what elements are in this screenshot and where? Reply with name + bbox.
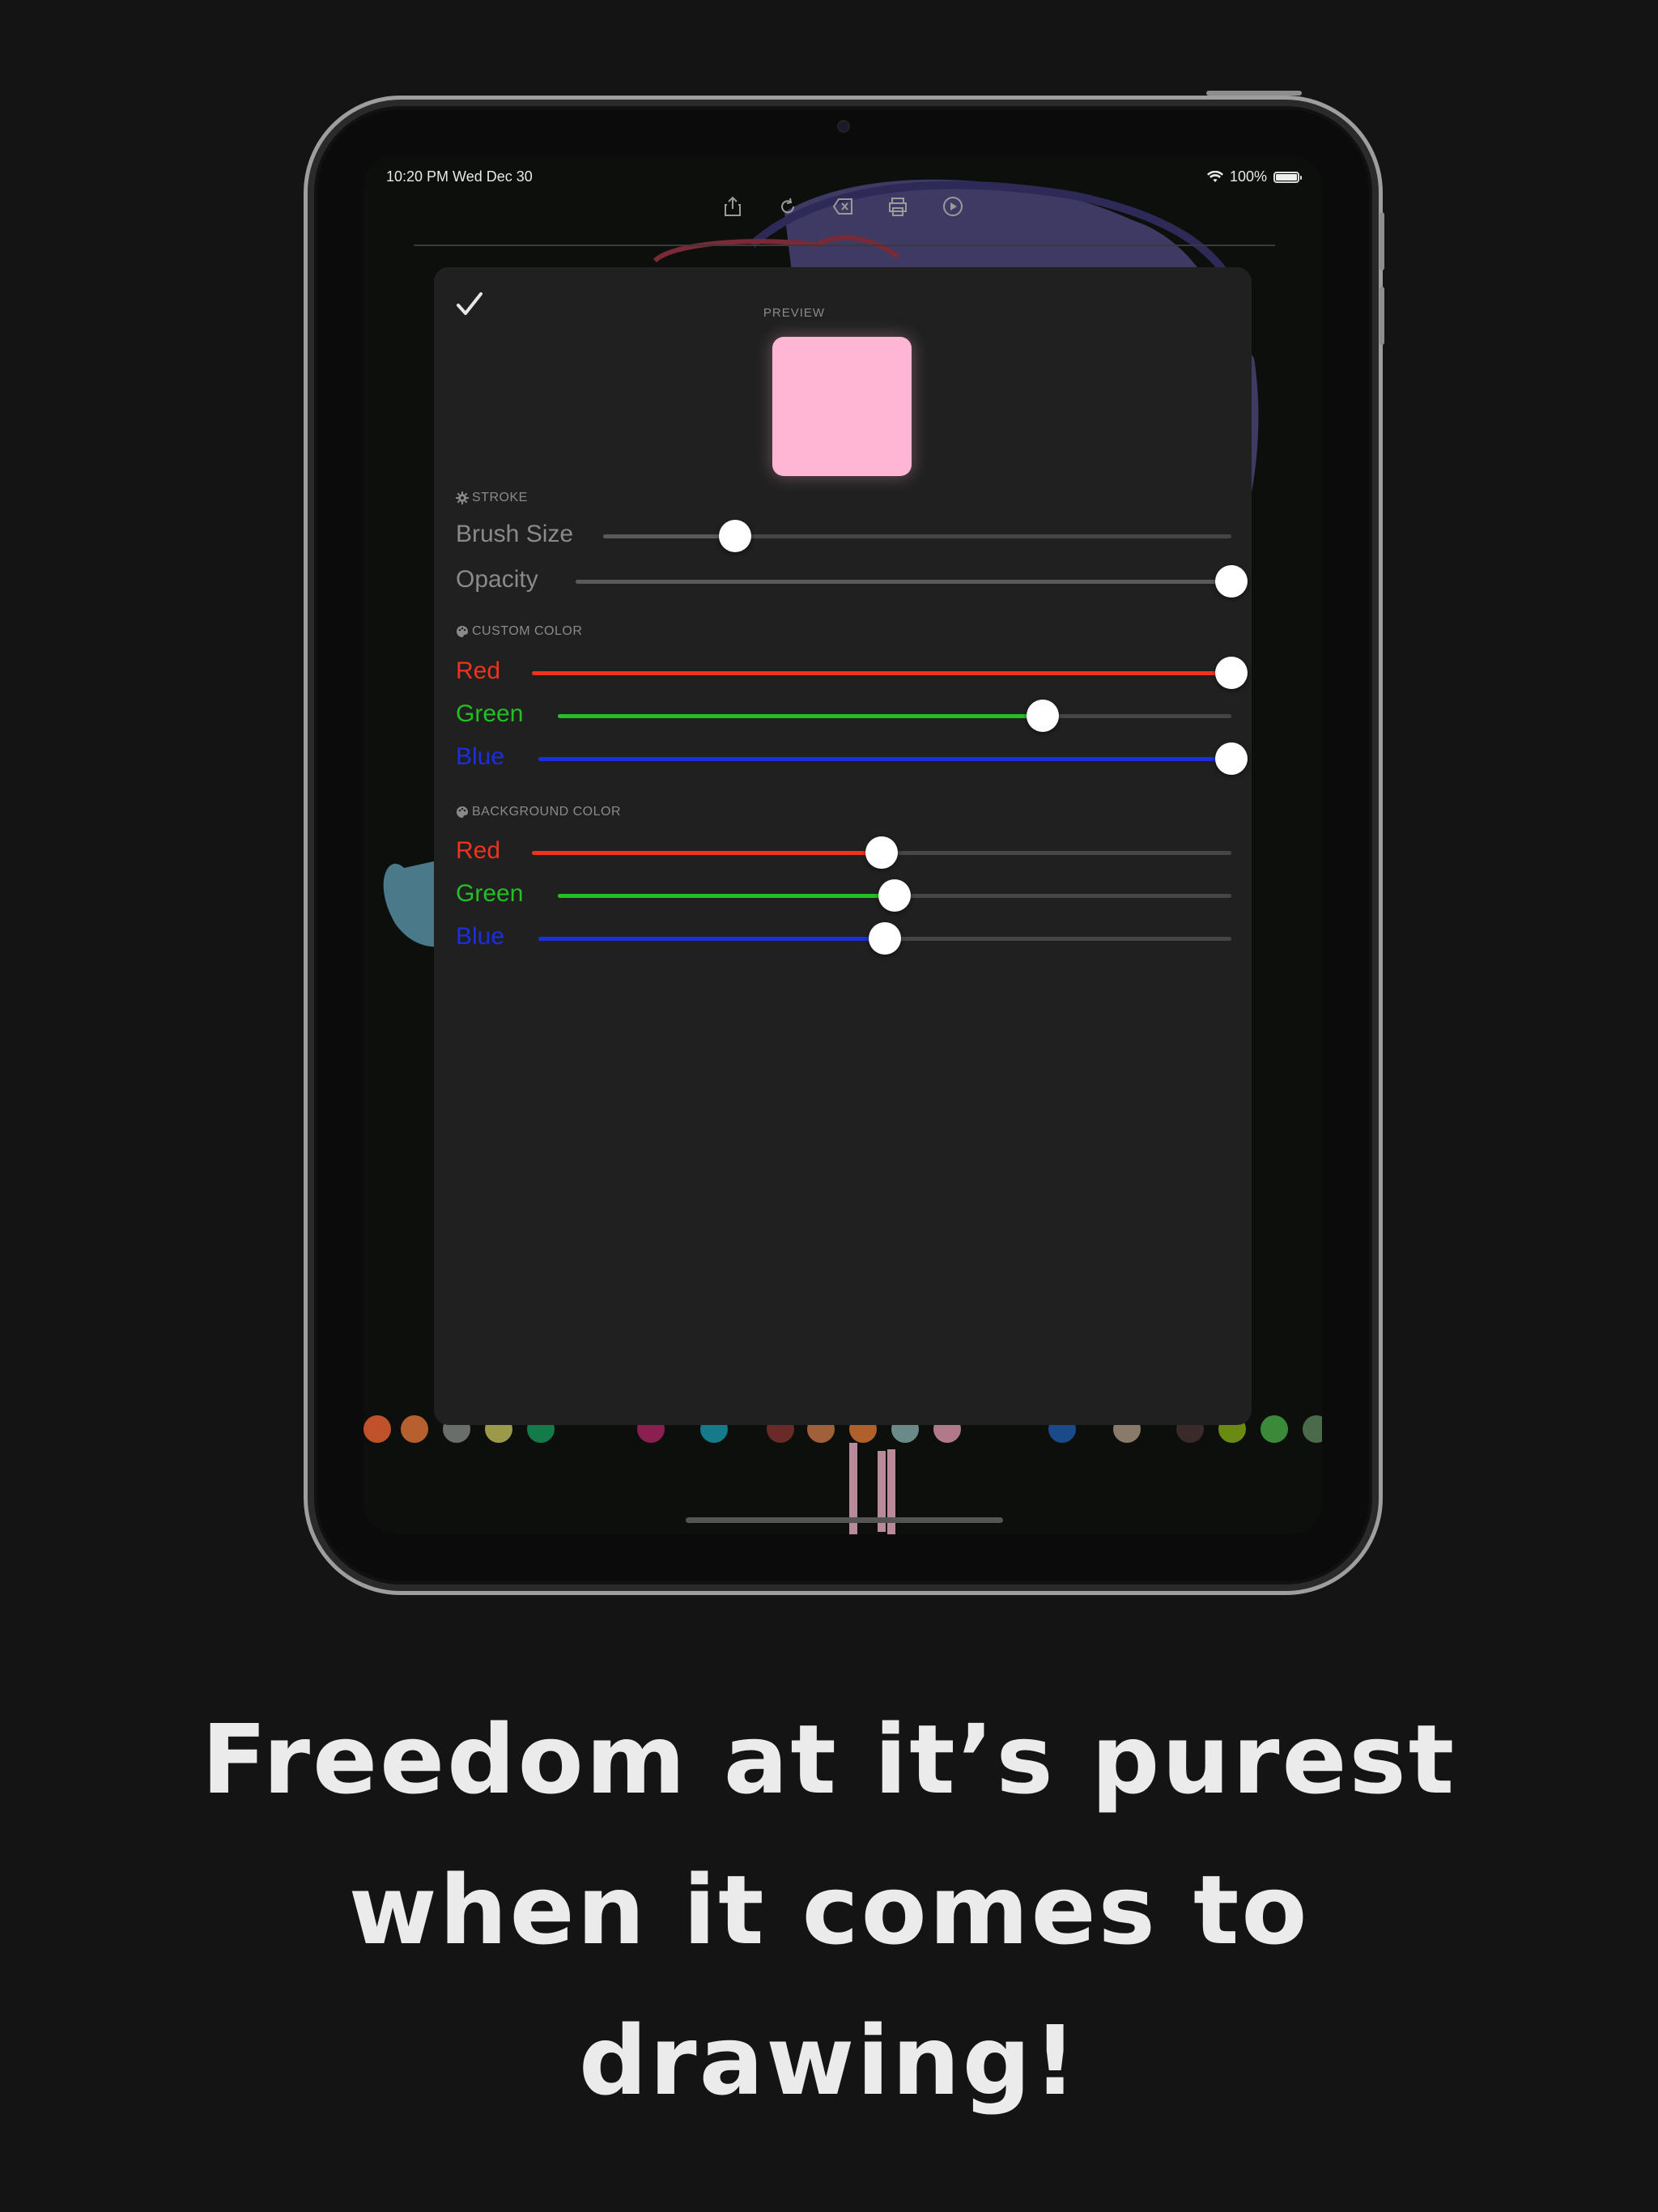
custom-green-label: Green	[456, 700, 524, 727]
background-blue-slider[interactable]	[538, 922, 1231, 955]
volume-up-button	[1380, 212, 1384, 270]
volume-down-button	[1380, 287, 1384, 345]
background-red-fill	[532, 851, 882, 855]
battery-percent: 100%	[1229, 168, 1267, 185]
toolbar	[363, 194, 1322, 230]
brush-settings-panel: PREVIEW STROKE Brush Size Opacity CUSTOM…	[434, 267, 1252, 1425]
opacity-row: Opacity	[456, 563, 1248, 598]
background-red-knob[interactable]	[865, 836, 898, 869]
background-color-section-title: BACKGROUND COLOR	[456, 805, 621, 819]
opacity-label: Opacity	[456, 566, 538, 593]
custom-green-row: Green	[456, 697, 1231, 733]
palette-color-dot[interactable]	[1303, 1415, 1322, 1443]
background-blue-fill	[538, 937, 885, 941]
custom-color-title: CUSTOM COLOR	[472, 624, 583, 638]
palette-color-dot[interactable]	[363, 1415, 391, 1443]
home-indicator	[686, 1517, 1003, 1523]
wifi-icon	[1206, 170, 1223, 182]
palette-icon	[457, 626, 468, 637]
background-color-title: BACKGROUND COLOR	[472, 805, 622, 819]
device-screen: 10:20 PM Wed Dec 30 100% PREVIEW STROKE …	[363, 155, 1322, 1534]
background-blue-row: Blue	[456, 920, 1231, 955]
opacity-knob[interactable]	[1215, 565, 1248, 598]
headline-line-2: when it comes to	[348, 1854, 1310, 1966]
toolbar-divider	[414, 245, 1275, 246]
share-icon[interactable]	[721, 194, 745, 219]
custom-green-knob[interactable]	[1027, 700, 1060, 732]
brush-size-slider[interactable]	[603, 520, 1231, 552]
background-red-row: Red	[456, 834, 1231, 870]
custom-color-section-title: CUSTOM COLOR	[456, 624, 582, 639]
play-icon[interactable]	[941, 194, 965, 219]
custom-blue-fill	[538, 757, 1231, 761]
palette-color-dot[interactable]	[401, 1415, 428, 1443]
background-green-label: Green	[456, 880, 524, 907]
front-camera	[839, 121, 848, 131]
custom-green-fill	[558, 714, 1044, 718]
custom-blue-label: Blue	[456, 743, 505, 770]
stroke-title: STROKE	[472, 491, 528, 504]
custom-red-knob[interactable]	[1215, 657, 1248, 689]
brush-size-knob[interactable]	[718, 520, 751, 552]
custom-green-slider[interactable]	[558, 700, 1231, 732]
background-green-knob[interactable]	[878, 879, 911, 912]
custom-red-fill	[532, 671, 1231, 675]
custom-blue-knob[interactable]	[1215, 742, 1248, 775]
brush-size-label: Brush Size	[456, 521, 574, 547]
clear-icon[interactable]	[831, 194, 855, 219]
background-green-fill	[558, 894, 895, 898]
brush-size-row: Brush Size	[456, 517, 1231, 553]
print-icon[interactable]	[886, 194, 910, 219]
status-bar: 10:20 PM Wed Dec 30 100%	[386, 167, 1302, 189]
battery-icon	[1273, 171, 1302, 183]
custom-red-row: Red	[456, 654, 1248, 690]
custom-red-slider[interactable]	[532, 657, 1248, 689]
headline-line-1: Freedom at it’s purest	[201, 1704, 1457, 1815]
redo-icon[interactable]	[776, 194, 800, 219]
gear-icon	[456, 491, 469, 504]
opacity-slider[interactable]	[576, 565, 1248, 598]
custom-blue-row: Blue	[456, 740, 1248, 776]
background-red-label: Red	[456, 837, 501, 864]
brush-size-fill	[603, 534, 735, 538]
palette-icon	[457, 806, 468, 818]
color-preview-swatch	[772, 337, 912, 476]
background-red-slider[interactable]	[532, 836, 1231, 869]
background-green-slider[interactable]	[558, 879, 1231, 912]
opacity-fill	[576, 580, 1231, 584]
preview-label: PREVIEW	[763, 306, 826, 320]
stroke-section-title: STROKE	[456, 491, 528, 505]
background-blue-label: Blue	[456, 923, 505, 950]
custom-red-label: Red	[456, 657, 501, 684]
palette-color-dot[interactable]	[1261, 1415, 1288, 1443]
background-blue-knob[interactable]	[869, 922, 901, 955]
status-time: 10:20 PM Wed Dec 30	[386, 168, 533, 185]
headline: Freedom at it’s purest when it comes to …	[0, 1684, 1658, 2136]
top-button	[1206, 91, 1302, 96]
background-green-row: Green	[456, 877, 1231, 912]
custom-blue-slider[interactable]	[538, 742, 1248, 775]
headline-line-3: drawing!	[578, 2005, 1080, 2116]
